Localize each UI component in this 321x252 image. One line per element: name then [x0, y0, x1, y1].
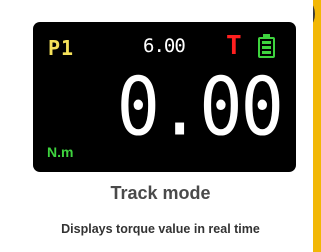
mode-flag: T [226, 31, 242, 61]
mode-info-card: P1 6.00 T 0.00 N.m Track mode Displays t… [0, 0, 313, 252]
battery-bar [262, 51, 271, 54]
torque-reading: 0.00 [116, 59, 284, 154]
lcd-screen: P1 6.00 T 0.00 N.m [33, 22, 296, 172]
mode-description: Displays torque value in real time [61, 222, 260, 236]
battery-bar [262, 46, 271, 49]
setpoint-value: 6.00 [143, 35, 186, 57]
mode-info-card-stage: P1 6.00 T 0.00 N.m Track mode Displays t… [0, 0, 321, 252]
battery-full-icon [258, 34, 275, 58]
battery-bar [262, 41, 271, 44]
unit-label: N.m [47, 144, 74, 160]
preset-indicator: P1 [48, 36, 75, 60]
mode-title: Track mode [110, 183, 211, 203]
battery-body [258, 37, 275, 58]
